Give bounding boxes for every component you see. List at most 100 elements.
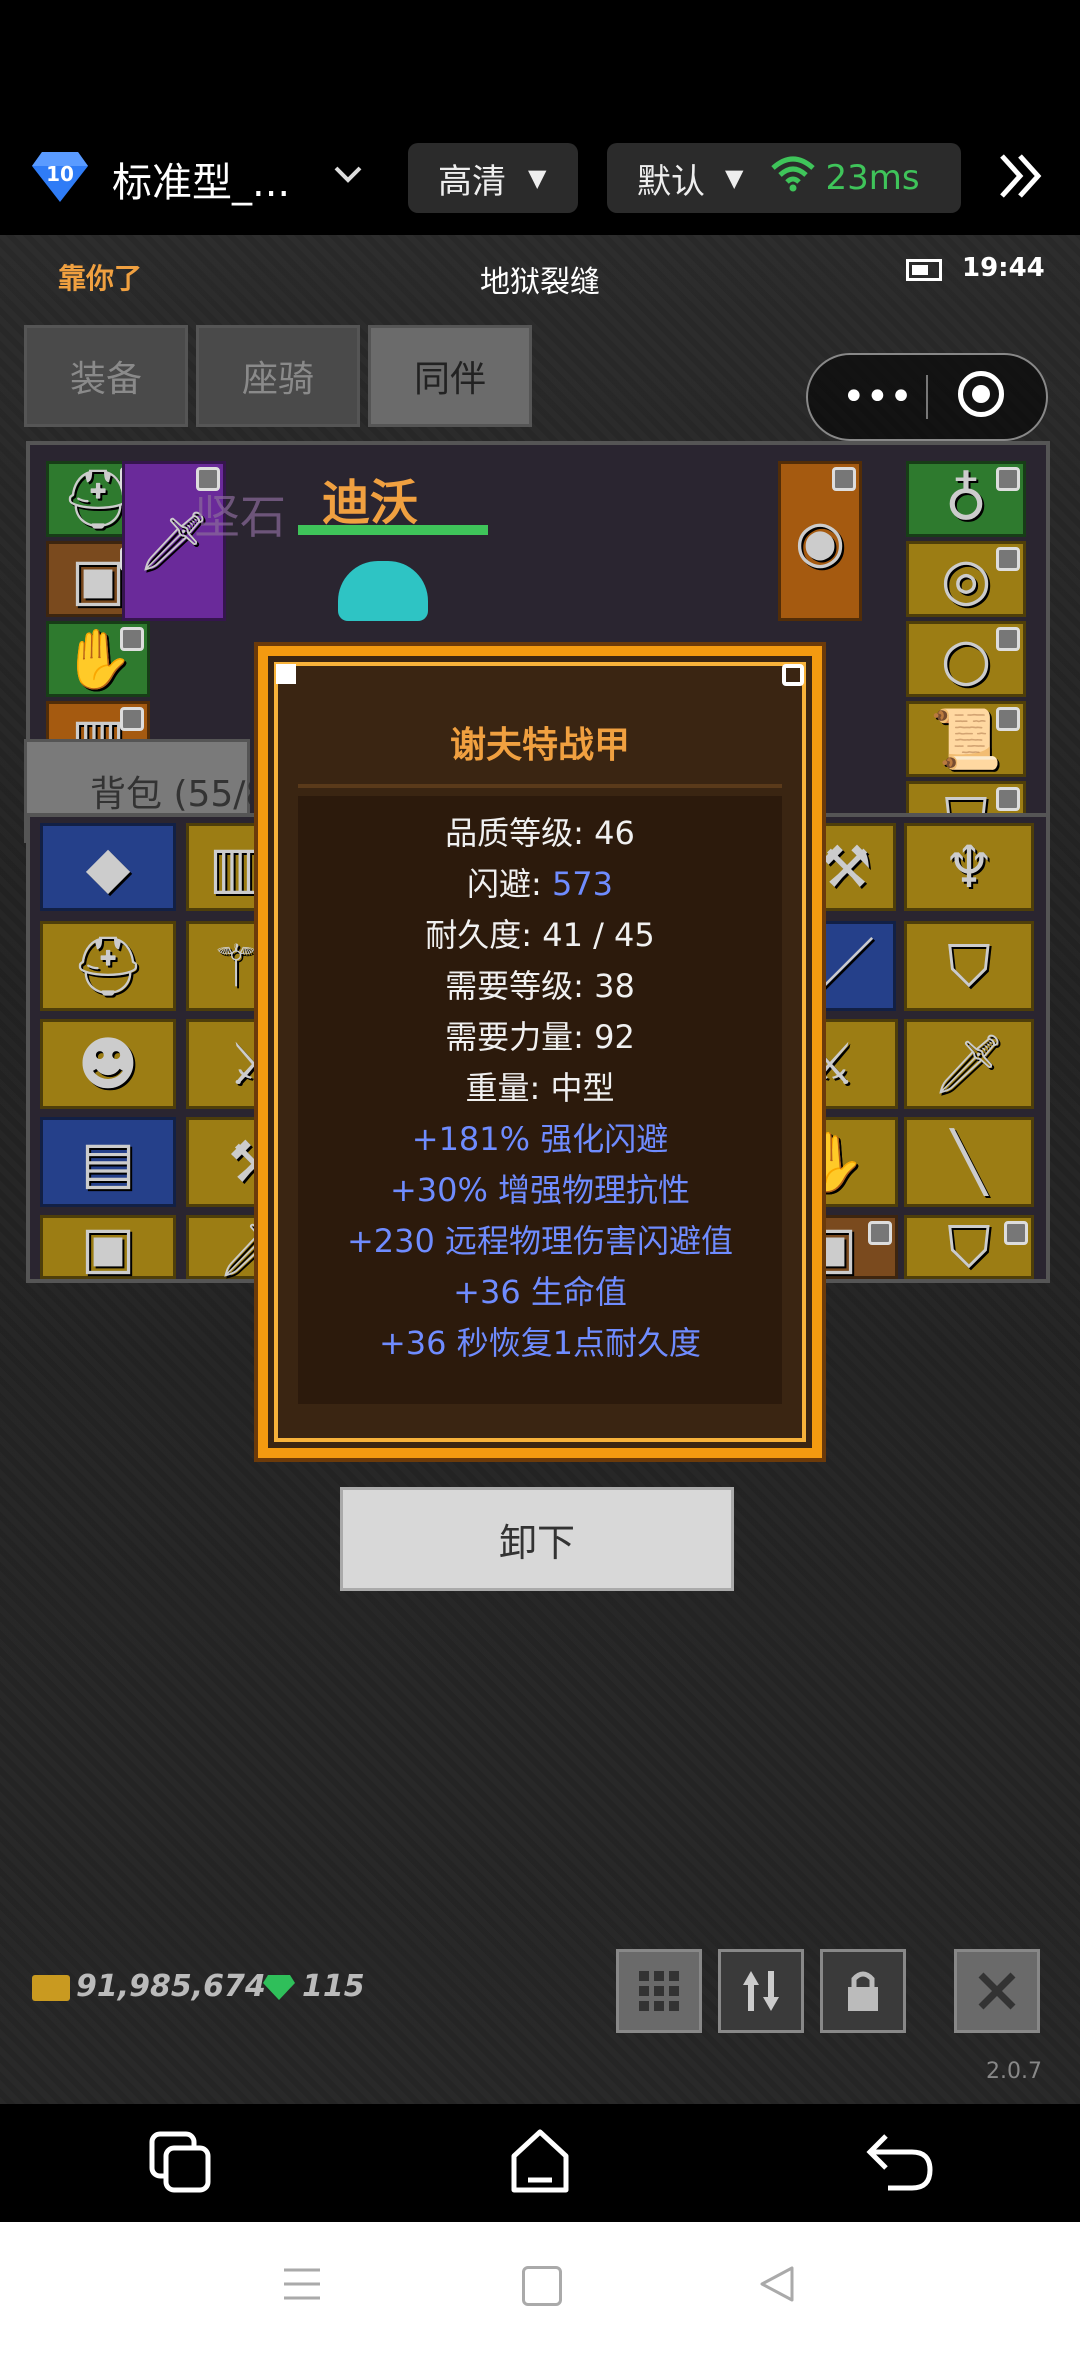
- staff-icon: ／: [816, 932, 876, 1000]
- lock-icon: [1004, 1221, 1028, 1245]
- double-chevron-right-icon[interactable]: [996, 150, 1044, 206]
- companion-name: 迪沃: [322, 475, 419, 531]
- trident-icon: ♆: [943, 833, 995, 901]
- mini-program-capsule: •••: [806, 353, 1048, 441]
- scroll-icon: ▤: [80, 1128, 136, 1196]
- item-title: 谢夫特战甲: [449, 725, 630, 766]
- inventory-slot[interactable]: ╲: [904, 1117, 1034, 1207]
- inventory-slot[interactable]: ⛑: [40, 921, 176, 1011]
- equip-slot-scroll[interactable]: 📜: [906, 701, 1026, 777]
- grid-icon[interactable]: [616, 1949, 702, 2033]
- equip-slot-necklace[interactable]: ♁: [906, 461, 1026, 537]
- mod-line: +230 远程物理伤害闪避值: [346, 1222, 734, 1260]
- lock-icon: [996, 467, 1020, 491]
- cape-icon: ⛉: [947, 1213, 991, 1281]
- version-text: 2.0.7: [986, 2059, 1042, 2084]
- gold-icon: [32, 1975, 70, 2001]
- gold-amount: 91,985,674: [76, 1969, 266, 2004]
- back-icon[interactable]: [866, 2132, 936, 2196]
- inventory-slot[interactable]: ⛉: [904, 921, 1034, 1011]
- stat-required-level: 需要等级: 38: [445, 967, 635, 1005]
- sort-icon[interactable]: [718, 1949, 804, 2033]
- item-stats-panel: 品质等级: 46 闪避: 573 耐久度: 41 / 45 需要等级: 38 需…: [298, 796, 782, 1404]
- lock-icon: [996, 627, 1020, 651]
- mod-line: +181% 强化闪避: [411, 1120, 669, 1158]
- inventory-slot[interactable]: ♆: [904, 823, 1034, 911]
- gem-amount: 115: [302, 1969, 365, 2004]
- lock-icon: [868, 1221, 892, 1245]
- lock-icon: [996, 547, 1020, 571]
- necklace-icon: ♁: [944, 465, 988, 533]
- boots-icon: ▥: [208, 833, 264, 901]
- inventory-slot[interactable]: ▣: [40, 1215, 176, 1279]
- title-divider: [298, 784, 782, 788]
- clock-text: 19:44: [962, 253, 1045, 283]
- cape-icon: ⛉: [947, 932, 991, 1000]
- equip-slot-ring-2[interactable]: ○: [906, 621, 1026, 697]
- triangle-back-icon[interactable]: [758, 2264, 798, 2308]
- mod-line: +36 秒恢复1点耐久度: [378, 1324, 702, 1362]
- gem-icon: ◆: [85, 833, 131, 901]
- wifi-icon: [771, 156, 816, 201]
- mace-icon: ⚚: [210, 932, 262, 1000]
- latency-text: 23ms: [825, 158, 920, 198]
- helmet-icon: ⛑: [71, 932, 145, 1000]
- lock-icon[interactable]: [820, 1949, 906, 2033]
- equip-slot-amulet[interactable]: ◉: [778, 461, 862, 621]
- unequip-button[interactable]: 卸下: [340, 1487, 734, 1591]
- chevron-down-icon[interactable]: [332, 162, 364, 190]
- level-badge-text: 10: [46, 162, 74, 186]
- equip-slot-ring-1[interactable]: ◎: [906, 541, 1026, 617]
- diamond-badge-icon[interactable]: 10: [30, 150, 90, 204]
- stream-toolbar: 10 标准型_... 高清 ▼ 默认 ▼ 23ms: [0, 0, 1080, 235]
- caret-down-icon: ▼: [725, 164, 744, 192]
- lock-icon: [996, 707, 1020, 731]
- menu-icon[interactable]: [282, 2264, 322, 2308]
- ring-icon: ○: [940, 625, 992, 693]
- target-icon[interactable]: [958, 371, 1004, 417]
- companion-partial-label: 坚石: [194, 490, 286, 544]
- mod-line: +30% 增强物理抗性: [389, 1171, 691, 1209]
- axe-icon: ⚒: [820, 833, 872, 901]
- equip-slot-gloves[interactable]: ✋: [46, 621, 150, 697]
- inventory-slot[interactable]: ⛉: [904, 1215, 1034, 1279]
- stat-durability: 耐久度: 41 / 45: [425, 916, 655, 954]
- inventory-slot[interactable]: ◆: [40, 823, 176, 911]
- profile-label[interactable]: 标准型_...: [112, 150, 290, 208]
- stat-required-strength: 需要力量: 92: [445, 1018, 635, 1056]
- tab-companion[interactable]: 同伴: [368, 325, 532, 427]
- companion-health-bar: [298, 525, 488, 535]
- inventory-slot[interactable]: 🗡: [904, 1019, 1034, 1109]
- lock-icon: [120, 707, 144, 731]
- corner-ornament: [276, 664, 296, 684]
- close-icon[interactable]: [954, 1949, 1040, 2033]
- inventory-slot[interactable]: ▤: [40, 1117, 176, 1207]
- more-icon[interactable]: •••: [842, 377, 913, 417]
- amulet-icon: ◉: [794, 507, 846, 575]
- mode-latency-dropdown[interactable]: 默认 ▼ 23ms: [607, 143, 961, 213]
- companion-sprite: [338, 561, 428, 621]
- staff-icon: ╲: [951, 1128, 987, 1196]
- battery-icon: [906, 259, 942, 281]
- square-icon[interactable]: [522, 2266, 562, 2306]
- mode-label: 默认: [637, 161, 705, 202]
- home-icon[interactable]: [508, 2128, 572, 2200]
- tab-equipment[interactable]: 装备: [24, 325, 188, 427]
- recent-apps-icon[interactable]: [148, 2130, 214, 2200]
- system-nav-bar: [0, 2104, 1080, 2222]
- lock-icon[interactable]: [782, 664, 804, 686]
- item-tooltip: 谢夫特战甲 品质等级: 46 闪避: 573 耐久度: 41 / 45 需要等级…: [258, 646, 822, 1458]
- caret-down-icon: ▼: [528, 164, 547, 192]
- mask-icon: ☻: [77, 1030, 139, 1098]
- gem-icon: [262, 1973, 296, 2001]
- tab-mount[interactable]: 座骑: [196, 325, 360, 427]
- capsule-divider: [926, 375, 928, 419]
- lock-icon: [120, 627, 144, 651]
- sword-icon: 🗡: [932, 1030, 1006, 1098]
- mod-line: +36 生命值: [453, 1273, 627, 1311]
- gesture-nav-bar: [0, 2222, 1080, 2354]
- quality-dropdown[interactable]: 高清 ▼: [408, 143, 578, 213]
- armor-icon: ▣: [80, 1213, 136, 1281]
- stat-evasion: 闪避: 573: [466, 865, 614, 903]
- inventory-slot[interactable]: ☻: [40, 1019, 176, 1109]
